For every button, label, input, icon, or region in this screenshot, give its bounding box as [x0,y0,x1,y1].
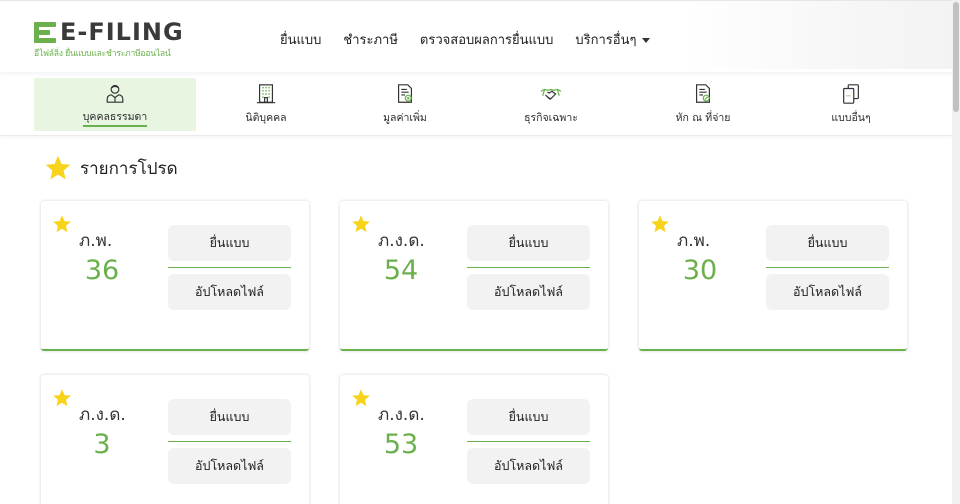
category-other-forms[interactable]: แบบอื่นๆ [770,78,932,131]
file-return-button[interactable]: ยื่นแบบ [467,225,590,261]
category-withholding[interactable]: หัก ณ ที่จ่าย [622,78,784,131]
category-label: หัก ณ ที่จ่าย [675,112,731,124]
building-icon [256,84,276,104]
form-type: ภ.ง.ด. [378,231,425,251]
favorite-card: ภ.ง.ด. 54 ยื่นแบบ อัปโหลดไฟล์ [340,201,608,351]
divider [467,267,590,268]
favorite-card: ภ.ง.ด. 53 ยื่นแบบ อัปโหลดไฟล์ [340,375,608,504]
copy-docs-icon [843,84,859,104]
form-number: 54 [383,255,419,286]
person-icon [106,84,124,103]
chevron-down-icon [642,38,651,43]
efiling-logo[interactable]: E-FILING อีไฟล์ลิ่ง ยื่นแบบและชำระภาษีออ… [34,18,184,60]
favorite-card: ภ.ง.ด. 3 ยื่นแบบ อัปโหลดไฟล์ [41,375,309,504]
logo-subtitle: อีไฟล์ลิ่ง ยื่นแบบและชำระภาษีออนไลน์ [34,49,171,59]
favorite-card: ภ.พ. 36 ยื่นแบบ อัปโหลดไฟล์ [41,201,309,351]
file-return-button[interactable]: ยื่นแบบ [766,225,889,261]
divider [467,441,590,442]
category-label: แบบอื่นๆ [831,112,871,124]
category-label: มูลค่าเพิ่ม [383,112,427,124]
favorite-star-icon[interactable] [650,214,670,234]
form-type: ภ.พ. [79,231,113,251]
category-bar: บุคคลธรรมดา นิติบุคคล มูลค่าเพิ่ม ธุรกิจ… [0,72,952,136]
divider [766,267,889,268]
category-label: ธุรกิจเฉพาะ [524,112,578,124]
nav-pay-tax-label: ชำระภาษี [343,33,398,48]
top-header: E-FILING อีไฟล์ลิ่ง ยื่นแบบและชำระภาษีออ… [0,0,960,72]
nav-check-status-label: ตรวจสอบผลการยื่นแบบ [419,33,554,48]
form-number: 30 [682,255,718,286]
upload-file-button[interactable]: อัปโหลดไฟล์ [168,448,291,484]
favorite-star-icon[interactable] [52,388,72,408]
main-nav: ยื่นแบบ ชำระภาษี ตรวจสอบผลการยื่นแบบ บริ… [280,29,672,50]
nav-file-return-label: ยื่นแบบ [280,33,322,48]
form-type: ภ.ง.ด. [79,405,126,425]
nav-file-return[interactable]: ยื่นแบบ [280,29,321,50]
form-number: 53 [383,429,419,460]
divider [168,267,291,268]
nav-pay-tax[interactable]: ชำระภาษี [343,29,398,50]
file-return-button[interactable]: ยื่นแบบ [168,399,291,435]
form-number: 3 [93,429,111,460]
scrollbar-thumb[interactable] [953,2,959,112]
upload-file-button[interactable]: อัปโหลดไฟล์ [467,448,590,484]
category-label: นิติบุคคล [245,112,287,124]
document-percent-icon [695,84,711,103]
logo-e-mark [34,21,58,43]
logo-text: E-FILING [60,17,184,46]
favorites-title: รายการโปรด [80,158,178,179]
category-vat[interactable]: มูลค่าเพิ่ม [324,78,486,131]
file-return-button[interactable]: ยื่นแบบ [168,225,291,261]
document-plus-icon [397,84,413,103]
favorites-heading: รายการโปรด [44,154,178,182]
nav-check-status[interactable]: ตรวจสอบผลการยื่นแบบ [420,29,553,50]
nav-other-services-label: บริการอื่นๆ [575,33,637,48]
handshake-icon [540,88,562,100]
divider [168,441,291,442]
page-scrollbar[interactable] [952,0,960,504]
upload-file-button[interactable]: อัปโหลดไฟล์ [168,274,291,310]
nav-other-services[interactable]: บริการอื่นๆ [575,29,651,50]
category-individual[interactable]: บุคคลธรรมดา [34,78,196,131]
upload-file-button[interactable]: อัปโหลดไฟล์ [766,274,889,310]
favorite-card: ภ.พ. 30 ยื่นแบบ อัปโหลดไฟล์ [639,201,907,351]
favorite-star-icon[interactable] [351,214,371,234]
upload-file-button[interactable]: อัปโหลดไฟล์ [467,274,590,310]
form-type: ภ.ง.ด. [378,405,425,425]
form-type: ภ.พ. [677,231,711,251]
category-specific-business[interactable]: ธุรกิจเฉพาะ [470,78,632,131]
star-icon [45,155,71,180]
file-return-button[interactable]: ยื่นแบบ [467,399,590,435]
favorite-star-icon[interactable] [52,214,72,234]
category-label: บุคคลธรรมดา [82,108,148,127]
category-juristic[interactable]: นิติบุคคล [185,78,347,131]
header-user-area [682,1,952,69]
form-number: 36 [84,255,120,286]
favorite-star-icon[interactable] [351,388,371,408]
